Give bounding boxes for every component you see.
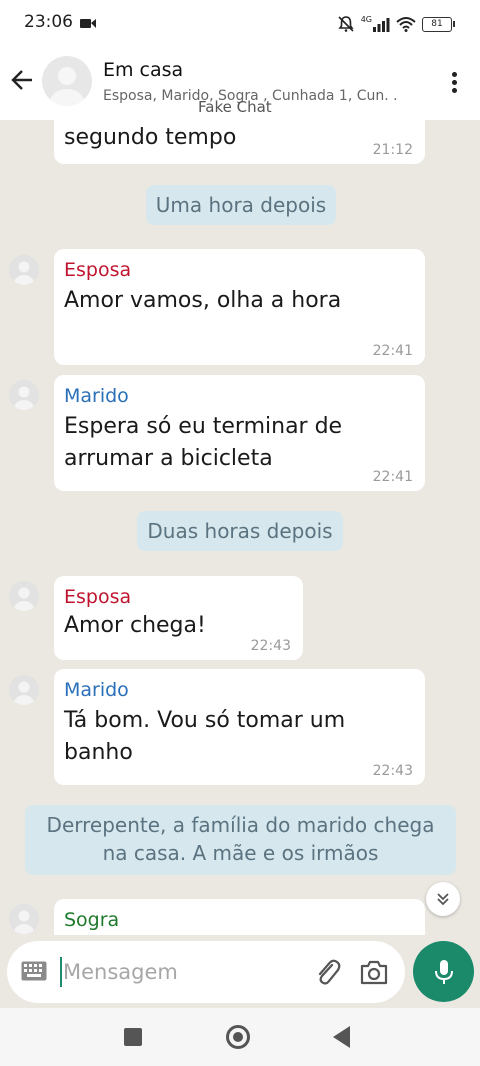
- chevron-double-down-icon: [437, 893, 449, 906]
- message-bubble[interactable]: Marido Espera só eu terminar de arrumar …: [54, 375, 425, 491]
- keyboard-icon[interactable]: [21, 961, 47, 981]
- sender-name[interactable]: Sogra: [64, 909, 415, 931]
- scroll-to-bottom-button[interactable]: [426, 882, 460, 916]
- status-time: 23:06: [24, 12, 73, 32]
- person-icon: [14, 910, 34, 934]
- text-caret: [60, 957, 62, 987]
- chat-header: Em casa Esposa, Marido, Sogra , Cunhada …: [0, 48, 480, 120]
- wifi-icon: [396, 17, 416, 32]
- sender-name[interactable]: Marido: [64, 679, 415, 701]
- message-input[interactable]: [63, 955, 303, 989]
- message-text: Tá bom. Vou só tomar um banho: [64, 708, 346, 765]
- sender-name[interactable]: Marido: [64, 385, 415, 407]
- message-bubble[interactable]: Marido Tá bom. Vou só tomar um banho 22:…: [54, 669, 425, 785]
- battery-indicator: 81: [422, 16, 455, 32]
- message-text: segundo tempo: [64, 125, 237, 150]
- video-camera-icon: [80, 19, 96, 28]
- message-time: 22:41: [372, 343, 413, 359]
- system-back-button[interactable]: [333, 1026, 350, 1048]
- network-type: 4G: [360, 14, 372, 24]
- home-button[interactable]: [226, 1025, 250, 1049]
- dot-icon: [451, 71, 457, 77]
- message-text: Amor vamos, olha a hora: [64, 288, 342, 313]
- message-composer: [7, 941, 405, 1003]
- back-button[interactable]: [8, 64, 36, 96]
- message-bubble[interactable]: Sogra: [54, 899, 425, 935]
- camera-icon[interactable]: [359, 958, 389, 986]
- person-icon: [14, 386, 34, 410]
- system-message: Uma hora depois: [146, 185, 336, 225]
- signal-icon: [373, 18, 390, 32]
- message-text: Espera só eu terminar de arrumar a bicic…: [64, 414, 343, 471]
- chat-area[interactable]: segundo tempo 21:12 Uma hora depois Espo…: [0, 120, 480, 935]
- chat-title[interactable]: Em casa: [103, 59, 183, 81]
- microphone-icon: [434, 959, 453, 984]
- message-bubble[interactable]: Esposa Amor chega! 22:43: [54, 576, 303, 660]
- system-navigation-bar: [0, 1008, 480, 1066]
- dot-icon: [451, 79, 457, 85]
- system-message: Derrepente, a família do marido chega na…: [25, 805, 456, 875]
- sender-name[interactable]: Esposa: [64, 259, 415, 281]
- message-time: 21:12: [372, 142, 413, 158]
- sender-avatar[interactable]: [9, 255, 39, 285]
- system-message: Duas horas depois: [137, 511, 343, 551]
- recent-apps-button[interactable]: [124, 1028, 142, 1046]
- status-icons: 4G 81: [337, 14, 455, 34]
- sender-avatar[interactable]: [9, 675, 39, 705]
- sender-name[interactable]: Esposa: [64, 586, 293, 608]
- more-options-button[interactable]: [442, 68, 466, 96]
- sender-avatar[interactable]: [9, 380, 39, 410]
- person-icon: [50, 67, 84, 106]
- voice-record-button[interactable]: [413, 941, 474, 1002]
- bell-muted-icon: [338, 16, 354, 32]
- person-icon: [14, 261, 34, 285]
- message-bubble[interactable]: Esposa Amor vamos, olha a hora 22:41: [54, 249, 425, 365]
- status-bar: 23:06 4G 81: [0, 0, 480, 48]
- message-time: 22:41: [372, 469, 413, 485]
- paperclip-icon[interactable]: [313, 957, 341, 987]
- watermark: Fake Chat: [198, 98, 272, 116]
- person-icon: [14, 681, 34, 705]
- message-time: 22:43: [250, 638, 291, 654]
- arrow-left-icon: [11, 70, 32, 90]
- dot-icon: [451, 87, 457, 93]
- message-bubble[interactable]: segundo tempo 21:12: [54, 120, 425, 164]
- group-avatar[interactable]: [42, 56, 92, 106]
- message-time: 22:43: [372, 763, 413, 779]
- sender-avatar[interactable]: [9, 904, 39, 934]
- person-icon: [14, 587, 34, 611]
- sender-avatar[interactable]: [9, 581, 39, 611]
